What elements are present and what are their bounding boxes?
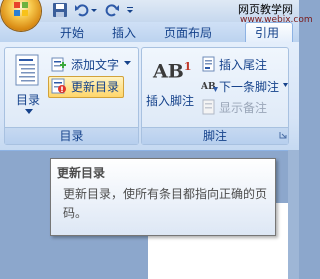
tooltip-title: 更新目录 [57,166,106,180]
next-footnote-button[interactable]: 下一条脚注 [219,78,279,95]
save-icon[interactable] [52,2,68,18]
tooltip-body: 更新目录，使所有条目都指向正确的页码。 [63,187,268,220]
update-toc-icon [51,78,66,94]
dialog-launcher-icon[interactable] [279,131,287,139]
ab-superscript: 1 [183,60,192,73]
next-footnote-icon: AB [201,82,218,92]
insert-footnote-button[interactable]: 插入脚注 [146,92,194,109]
show-notes-icon [202,99,215,115]
tooltip: 更新目录 更新目录，使所有条目都指向正确的页码。 [50,158,276,236]
tab-home[interactable]: 开始 [60,24,84,42]
group-footnotes-label: 脚注 [142,127,288,144]
tab-page-layout[interactable]: 页面布局 [164,24,212,42]
tab-insert[interactable]: 插入 [112,24,136,42]
document-margin [288,150,299,279]
undo-dropdown-icon[interactable] [90,2,98,18]
add-text-dropdown-icon[interactable] [124,61,131,66]
undo-icon[interactable] [74,2,90,18]
group-toc-label: 目录 [5,127,138,144]
add-text-icon [51,57,66,72]
insert-endnote-icon [202,56,215,72]
toc-dropdown-icon[interactable] [25,109,33,115]
toc-icon [15,54,39,86]
show-notes-button[interactable]: 显示备注 [219,99,267,116]
next-footnote-dropdown-icon[interactable] [283,83,288,88]
add-text-button[interactable]: 添加文字 [71,56,119,73]
office-logo-icon [14,2,28,16]
insert-endnote-button[interactable]: 插入尾注 [219,56,267,73]
ab-glyph: AB [153,60,184,83]
update-toc-label: 更新目录 [71,80,120,94]
insert-footnote-icon: AB1 [153,60,191,82]
toc-button[interactable]: 目录 [16,91,40,108]
redo-icon[interactable] [104,2,120,18]
tab-references[interactable]: 引用 [255,24,279,42]
customize-toolbar-icon[interactable] [126,2,134,18]
